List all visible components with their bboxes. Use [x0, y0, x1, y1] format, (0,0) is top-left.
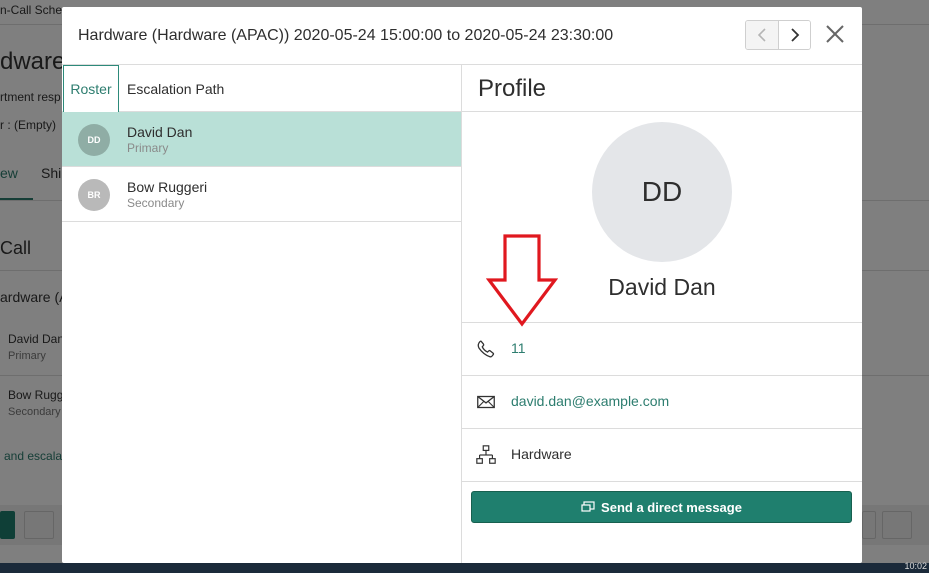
profile-header: Profile	[462, 65, 862, 112]
taskbar: 10:02	[0, 561, 929, 573]
profile-avatar: DD	[592, 122, 732, 262]
profile-email-link[interactable]: david.dan@example.com	[511, 393, 669, 409]
roster-item-bow-ruggeri[interactable]: BR Bow Ruggeri Secondary	[62, 167, 461, 222]
chevron-right-icon	[790, 28, 799, 42]
roster-item-role: Primary	[127, 141, 169, 155]
avatar: DD	[78, 124, 110, 156]
modal-header: Hardware (Hardware (APAC)) 2020-05-24 15…	[62, 7, 862, 65]
profile-phone-row: 11	[462, 322, 862, 375]
send-direct-message-button[interactable]: Send a direct message	[471, 491, 852, 523]
roster-pane: Roster Escalation Path DD David Dan Prim…	[62, 65, 462, 563]
org-chart-icon	[476, 445, 496, 464]
profile-title: Profile	[478, 75, 547, 102]
profile-phone-link[interactable]: 11	[511, 340, 526, 356]
avatar: BR	[78, 179, 110, 211]
profile-email-row: david.dan@example.com	[462, 375, 862, 428]
envelope-icon	[477, 395, 495, 409]
profile-group-row: Hardware	[462, 428, 862, 481]
shift-detail-modal: Hardware (Hardware (APAC)) 2020-05-24 15…	[62, 7, 862, 563]
profile-group: Hardware	[511, 446, 572, 462]
roster-item-david-dan[interactable]: DD David Dan Primary	[62, 112, 461, 167]
shift-navigation	[745, 20, 811, 50]
next-button[interactable]	[778, 21, 810, 49]
modal-title: Hardware (Hardware (APAC)) 2020-05-24 15…	[78, 27, 614, 44]
tab-escalation-path[interactable]: Escalation Path	[127, 65, 224, 112]
profile-pane: Profile DD David Dan 11 david.dan@exampl…	[462, 65, 862, 563]
taskbar-clock: 10:02	[904, 561, 927, 571]
tab-roster[interactable]: Roster	[63, 65, 119, 113]
roster-item-name: Bow Ruggeri	[127, 179, 208, 195]
roster-item-name: David Dan	[127, 124, 193, 140]
close-button[interactable]	[822, 21, 848, 47]
roster-item-role: Secondary	[127, 196, 185, 210]
previous-button[interactable]	[746, 21, 778, 49]
profile-name: David Dan	[608, 274, 716, 300]
close-icon	[826, 25, 844, 43]
chevron-left-icon	[757, 28, 766, 42]
send-direct-message-label: Send a direct message	[601, 499, 742, 515]
phone-icon	[477, 340, 495, 358]
chat-window-icon	[581, 501, 595, 512]
roster-tabs: Roster Escalation Path	[62, 65, 461, 113]
